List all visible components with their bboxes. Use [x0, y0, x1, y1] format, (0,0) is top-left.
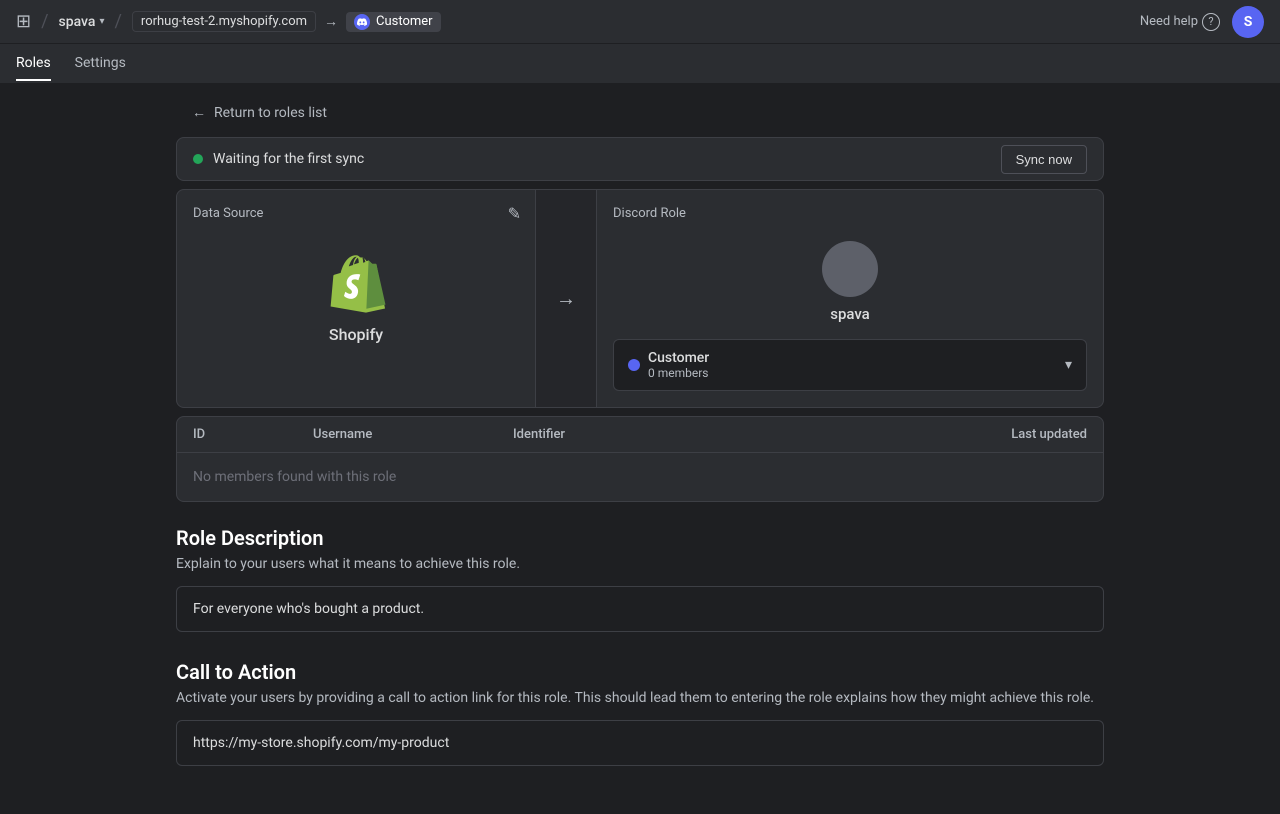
role-selector[interactable]: Customer 0 members ▾: [613, 339, 1087, 391]
data-source-card: Data Source ✎ Shopify: [176, 189, 536, 408]
col-last-updated: Last updated: [713, 427, 1087, 442]
edit-icon[interactable]: ✎: [508, 204, 521, 223]
role-info: Customer 0 members: [648, 350, 709, 380]
cta-desc: Activate your users by providing a call …: [176, 690, 1104, 706]
topbar-right: Need help ? S: [1140, 6, 1264, 38]
col-id: ID: [193, 427, 313, 442]
need-help-button[interactable]: Need help ?: [1140, 13, 1220, 31]
topbar-separator: /: [41, 11, 48, 32]
workspace-selector[interactable]: spava ▾: [59, 14, 105, 30]
role-color-dot: [628, 359, 640, 371]
role-selector-left: Customer 0 members: [628, 350, 709, 380]
role-description-input[interactable]: For everyone who's bought a product.: [176, 586, 1104, 632]
data-source-label: Data Source: [193, 206, 519, 221]
cta-title: Call to Action: [176, 660, 1104, 684]
sync-bar: Waiting for the first sync Sync now: [176, 137, 1104, 181]
main-content: ← Return to roles list Waiting for the f…: [160, 84, 1120, 814]
role-description-desc: Explain to your users what it means to a…: [176, 556, 1104, 572]
server-avatar: [822, 241, 878, 297]
shopify-logo: [324, 253, 388, 317]
workspace-name: spava: [59, 14, 96, 30]
role-members: 0 members: [648, 366, 709, 380]
members-table: ID Username Identifier Last updated No m…: [176, 416, 1104, 502]
topbar-arrow: →: [324, 13, 338, 30]
nav-roles[interactable]: Roles: [16, 47, 51, 81]
table-empty-message: No members found with this role: [177, 453, 1103, 501]
secondary-nav: Roles Settings: [0, 44, 1280, 84]
discord-role-label: Discord Role: [613, 206, 1087, 221]
avatar[interactable]: S: [1232, 6, 1264, 38]
col-identifier: Identifier: [513, 427, 713, 442]
role-description-title: Role Description: [176, 526, 1104, 550]
call-to-action-section: Call to Action Activate your users by pr…: [176, 660, 1104, 766]
role-description-section: Role Description Explain to your users w…: [176, 526, 1104, 632]
discord-role-card: Discord Role spava Customer 0 members ▾: [596, 189, 1104, 408]
platform-name: Shopify: [329, 325, 383, 344]
server-name: spava: [830, 305, 870, 323]
grid-icon: ⊞: [16, 11, 31, 32]
nav-settings[interactable]: Settings: [75, 47, 126, 81]
workspace-chevron: ▾: [99, 16, 104, 27]
arrow-connector: →: [536, 189, 596, 408]
sync-status-dot: [193, 154, 203, 164]
question-icon: ?: [1202, 13, 1220, 31]
col-username: Username: [313, 427, 513, 442]
chevron-down-icon: ▾: [1065, 357, 1072, 373]
customer-breadcrumb[interactable]: Customer: [346, 12, 441, 32]
shopify-breadcrumb[interactable]: rorhug-test-2.myshopify.com: [132, 11, 316, 32]
shopify-logo-wrap: Shopify: [193, 237, 519, 360]
back-arrow-icon: ←: [192, 104, 206, 121]
back-link[interactable]: ← Return to roles list: [176, 104, 1104, 121]
sync-now-button[interactable]: Sync now: [1001, 145, 1087, 174]
customer-label: Customer: [376, 14, 433, 29]
table-header: ID Username Identifier Last updated: [177, 417, 1103, 453]
topbar-separator2: /: [114, 11, 121, 32]
discord-icon: [354, 14, 370, 30]
cta-input[interactable]: https://my-store.shopify.com/my-product: [176, 720, 1104, 766]
sync-status-text: Waiting for the first sync: [213, 151, 1001, 167]
role-name: Customer: [648, 350, 709, 366]
right-arrow-icon: →: [556, 286, 576, 311]
server-info: spava: [613, 233, 1087, 339]
topbar: ⊞ / spava ▾ / rorhug-test-2.myshopify.co…: [0, 0, 1280, 44]
cards-row: Data Source ✎ Shopify → Discord: [176, 189, 1104, 408]
